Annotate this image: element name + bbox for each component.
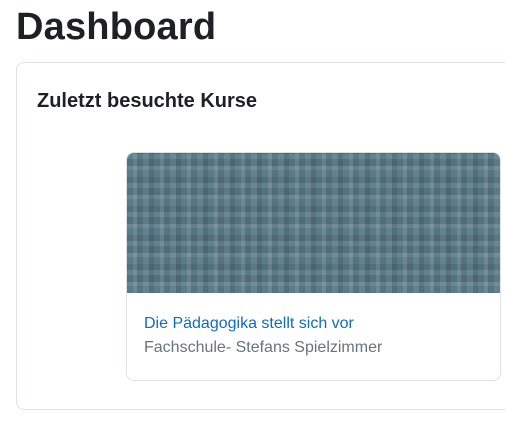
page-title: Dashboard [16,6,217,48]
course-card[interactable]: Die Pädagogika stellt sich vor Fachschul… [126,152,501,381]
recent-courses-block: Zuletzt besuchte Kurse Die Pädagogika st… [16,62,505,410]
course-name-link[interactable]: Die Pädagogika stellt sich vor [144,314,483,334]
block-title: Zuletzt besuchte Kurse [37,90,258,112]
course-card-body: Die Pädagogika stellt sich vor Fachschul… [127,293,500,358]
course-category: Fachschule- Stefans Spielzimmer [144,339,383,356]
course-image[interactable] [127,153,500,293]
